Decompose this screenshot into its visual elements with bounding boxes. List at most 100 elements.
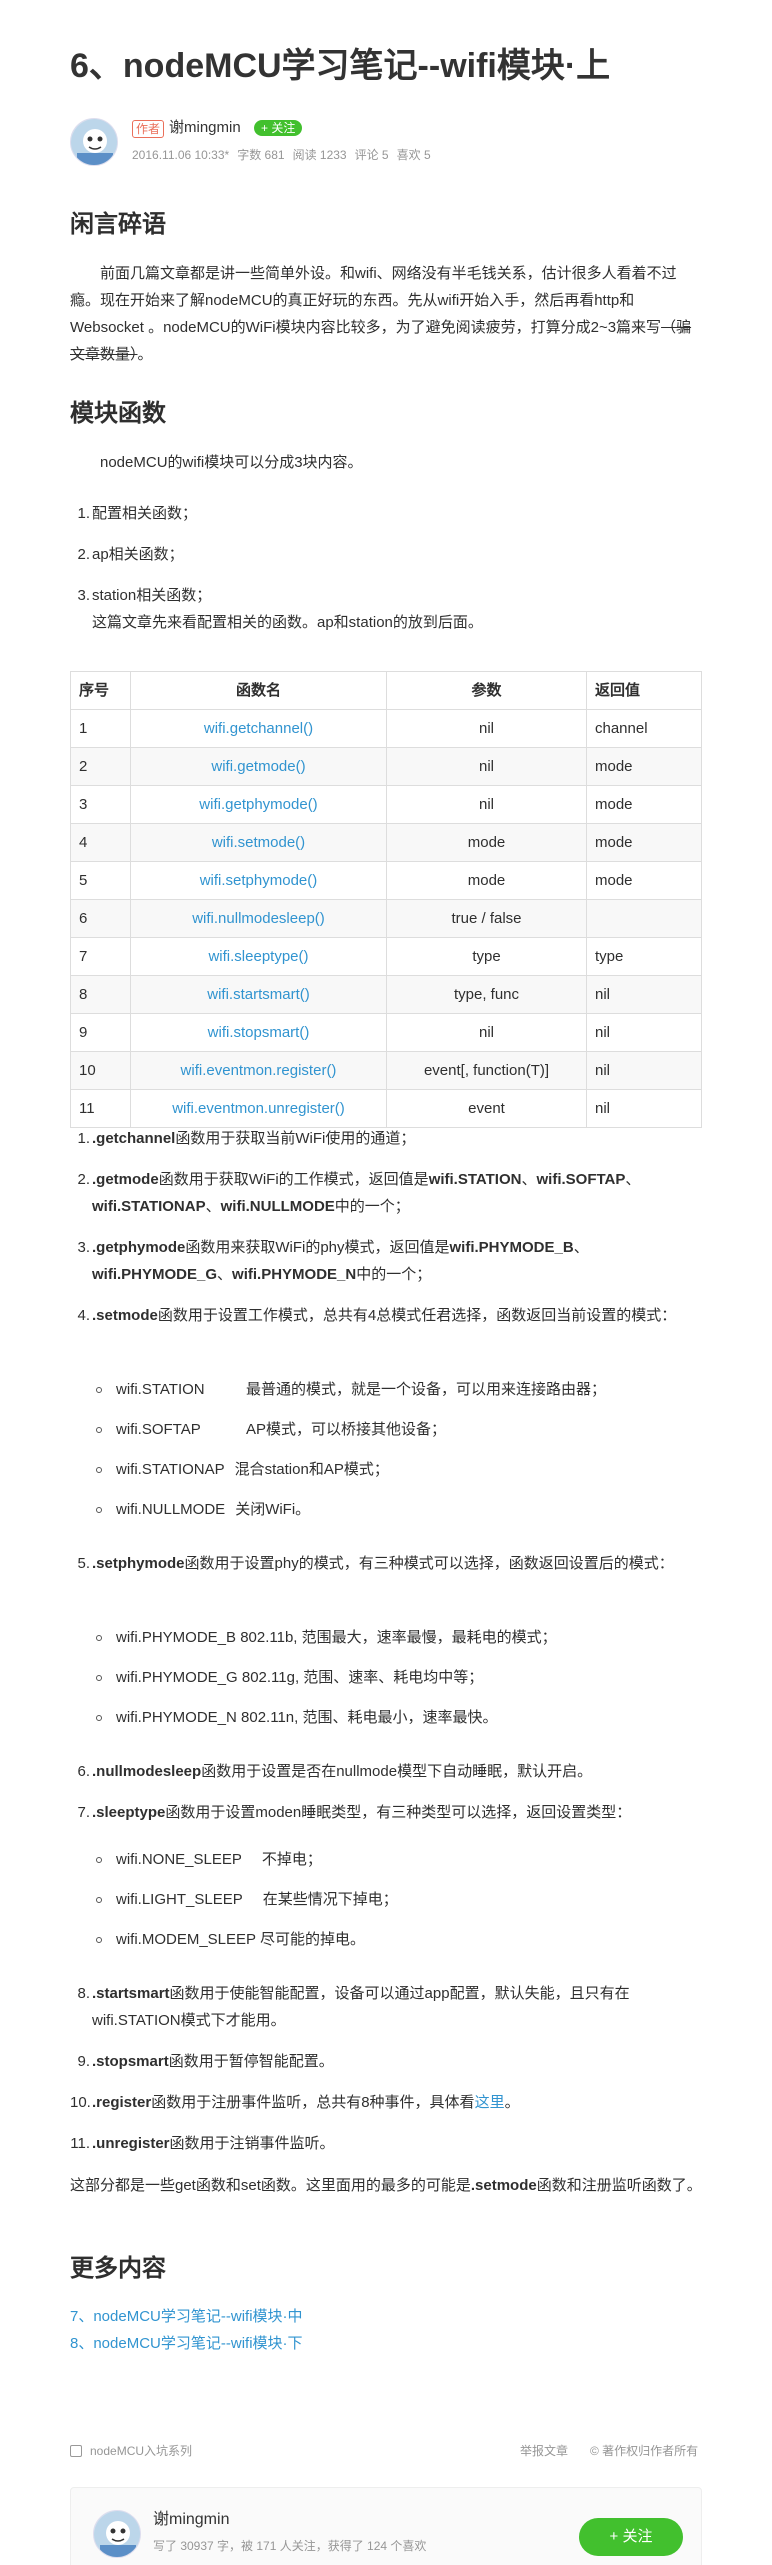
phymode-item: wifi.PHYMODE_B 802.11b, 范围最大，速率最慢，最耗电的模式… [96, 1624, 557, 1651]
like-count: 喜欢 5 [396, 148, 431, 162]
table-cell[interactable]: wifi.startsmart() [130, 975, 387, 1014]
author-name[interactable]: 谢mingmin [153, 2510, 229, 2530]
next-article-link[interactable]: 8、nodeMCU学习笔记--wifi模块·下 [70, 2335, 303, 2352]
table-cell: 7 [70, 937, 131, 976]
table-cell: channel [586, 709, 702, 748]
table-row: 4 wifi.setmode() mode mode [70, 823, 702, 862]
table-cell[interactable]: wifi.nullmodesleep() [130, 899, 387, 938]
table-cell: event [386, 1089, 587, 1128]
article-footer: nodeMCU入坑系列 举报文章 © 著作权归作者所有 [70, 2443, 702, 2463]
table-cell: nil [386, 709, 587, 748]
table-cell: nil [386, 747, 587, 786]
table-cell: 8 [70, 975, 131, 1014]
phymode-item: wifi.PHYMODE_G 802.11g, 范围、速率、耗电均中等； [96, 1664, 483, 1691]
comment-count: 评论 5 [354, 148, 389, 162]
mode-item: wifi.SOFTAP AP模式，可以桥接其他设备； [96, 1416, 446, 1443]
table-header: 参数 [386, 671, 587, 710]
table-cell: 9 [70, 1013, 131, 1052]
table-cell[interactable]: wifi.eventmon.register() [130, 1051, 387, 1090]
table-row: 11 wifi.eventmon.unregister() event nil [70, 1089, 702, 1128]
sleep-item: wifi.MODEM_SLEEP 尽可能的掉电。 [96, 1926, 365, 1953]
table-cell[interactable]: wifi.setphymode() [130, 861, 387, 900]
table-row: 9 wifi.stopsmart() nil nil [70, 1013, 702, 1052]
series-link[interactable]: nodeMCU入坑系列 [90, 2443, 192, 2459]
table-cell: nil [586, 1013, 702, 1052]
copyright-notice: © 著作权归作者所有 [590, 2444, 699, 2458]
follow-button[interactable]: + 关注 [254, 120, 303, 136]
table-cell: mode [586, 861, 702, 900]
author-card: 谢mingmin 写了 30937 字，被 171 人关注，获得了 124 个喜… [70, 2487, 702, 2565]
table-row: 7 wifi.sleeptype() type type [70, 937, 702, 976]
author-avatar[interactable] [93, 2510, 141, 2558]
report-link[interactable]: 举报文章 [520, 2443, 568, 2459]
section-heading-more: 更多内容 [70, 2255, 166, 2282]
table-row: 3 wifi.getphymode() nil mode [70, 785, 702, 824]
page-title: 6、nodeMCU学习笔记--wifi模块·上 [70, 47, 611, 85]
table-header: 函数名 [130, 671, 387, 710]
table-row: 10 wifi.eventmon.register() event[, functi… [70, 1051, 702, 1090]
table-cell: mode [586, 785, 702, 824]
table-cell: event[, function(T)] [386, 1051, 587, 1090]
author-stats: 写了 30937 字，被 171 人关注，获得了 124 个喜欢 [153, 2539, 427, 2553]
section-heading-functions: 模块函数 [70, 400, 166, 427]
word-count: 字数 681 [237, 148, 285, 162]
summary-paragraph: 这部分都是一些get函数和set函数。这里面用的最多的可能是.setmode函数… [70, 2177, 702, 2194]
article-meta: 2016.11.06 10:33* 字数 681 阅读 1233 评论 5 喜欢 5 [132, 147, 439, 163]
table-cell: mode [586, 747, 702, 786]
table-cell: type [586, 937, 702, 976]
functions-table: 序号 函数名 参数 返回值 1 wifi.getchannel() nil chann… [70, 671, 702, 1128]
events-link[interactable]: 这里 [475, 2094, 505, 2111]
intro-paragraph: 前面几篇文章都是讲一些简单外设。和wifi、网络没有半毛钱关系，估计很多人看着不… [70, 265, 692, 363]
table-cell [586, 899, 702, 938]
table-cell[interactable]: wifi.getchannel() [130, 709, 387, 748]
author-badge: 作者 [132, 120, 165, 138]
follow-button[interactable]: + 关注 [579, 2518, 683, 2556]
author-avatar[interactable] [70, 118, 118, 166]
table-header: 返回值 [586, 671, 702, 710]
table-cell: 1 [70, 709, 131, 748]
sleep-item: wifi.NONE_SLEEP 不掉电； [96, 1846, 322, 1873]
table-header: 序号 [70, 671, 131, 710]
table-cell[interactable]: wifi.getphymode() [130, 785, 387, 824]
table-row: 2 wifi.getmode() nil mode [70, 747, 702, 786]
table-row: 6 wifi.nullmodesleep() true / false [70, 899, 702, 938]
table-row: 5 wifi.setphymode() mode mode [70, 861, 702, 900]
table-row: 8 wifi.startsmart() type, func nil [70, 975, 702, 1014]
table-header-row: 序号 函数名 参数 返回值 [70, 671, 702, 710]
mode-item: wifi.STATION 最普通的模式，就是一个设备，可以用来连接路由器； [96, 1376, 606, 1403]
table-cell[interactable]: wifi.eventmon.unregister() [130, 1089, 387, 1128]
table-cell: 2 [70, 747, 131, 786]
table-cell[interactable]: wifi.setmode() [130, 823, 387, 862]
table-cell: nil [586, 1051, 702, 1090]
more-links: 7、nodeMCU学习笔记--wifi模块·中 8、nodeMCU学习笔记--w… [70, 2303, 702, 2357]
table-cell: 5 [70, 861, 131, 900]
table-cell: nil [386, 785, 587, 824]
read-count: 阅读 1233 [292, 148, 347, 162]
section-heading-intro: 闲言碎语 [70, 211, 166, 238]
table-cell[interactable]: wifi.stopsmart() [130, 1013, 387, 1052]
table-cell: 6 [70, 899, 131, 938]
table-cell: nil [586, 975, 702, 1014]
phymode-item: wifi.PHYMODE_N 802.11n, 范围、耗电最小，速率最快。 [96, 1704, 497, 1731]
table-cell: type, func [386, 975, 587, 1014]
functions-intro: nodeMCU的wifi模块可以分成3块内容。 [100, 454, 363, 471]
table-cell: 10 [70, 1051, 131, 1090]
table-cell: true / false [386, 899, 587, 938]
author-info: 作者 谢mingmin + 关注 2016.11.06 10:33* 字数 681… [70, 118, 710, 166]
table-row: 1 wifi.getchannel() nil channel [70, 709, 702, 748]
table-cell: mode [586, 823, 702, 862]
table-cell: nil [586, 1089, 702, 1128]
table-cell: nil [386, 1013, 587, 1052]
table-cell: mode [386, 823, 587, 862]
publish-date: 2016.11.06 10:33* [132, 148, 230, 162]
author-name[interactable]: 谢mingmin [169, 118, 241, 138]
next-article-link[interactable]: 7、nodeMCU学习笔记--wifi模块·中 [70, 2308, 303, 2325]
table-cell[interactable]: wifi.sleeptype() [130, 937, 387, 976]
table-cell: type [386, 937, 587, 976]
table-cell: 3 [70, 785, 131, 824]
mode-item: wifi.STATIONAP 混合station和AP模式； [96, 1456, 389, 1483]
table-cell: 4 [70, 823, 131, 862]
table-cell: mode [386, 861, 587, 900]
sleep-item: wifi.LIGHT_SLEEP 在某些情况下掉电； [96, 1886, 398, 1913]
table-cell[interactable]: wifi.getmode() [130, 747, 387, 786]
